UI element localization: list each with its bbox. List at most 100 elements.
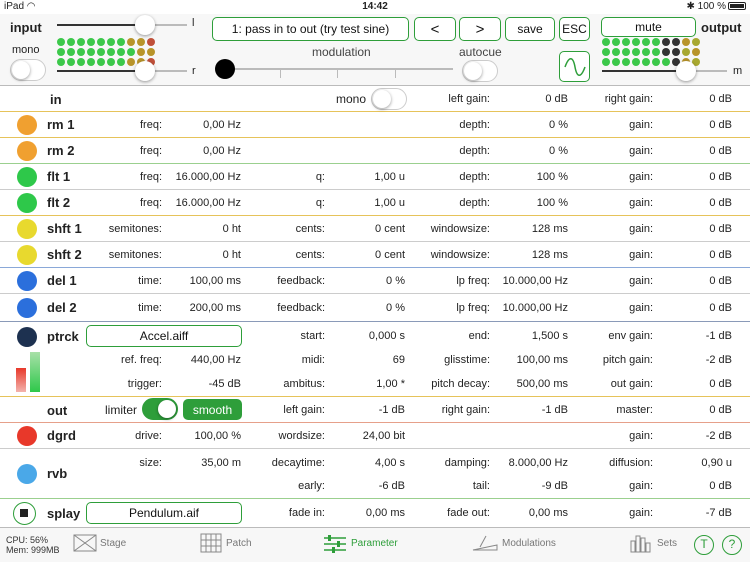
input-mono-toggle[interactable] — [10, 59, 46, 81]
param-value[interactable]: 24,00 bit — [330, 430, 405, 442]
param-value[interactable]: 0 dB — [660, 480, 732, 492]
param-value[interactable]: -1 dB — [495, 404, 568, 416]
esc-button[interactable]: ESC — [559, 17, 590, 41]
param-value[interactable]: 1,500 s — [495, 330, 568, 342]
tuner-button[interactable]: T — [694, 535, 714, 555]
limiter-toggle[interactable] — [142, 398, 178, 420]
param-value[interactable]: 0,90 u — [660, 457, 732, 469]
mute-button[interactable]: mute — [601, 17, 696, 37]
param-value[interactable]: 0 ht — [165, 249, 241, 261]
param-value[interactable]: 0,00 Hz — [165, 119, 241, 131]
param-value[interactable]: -7 dB — [660, 507, 732, 519]
save-button[interactable]: save — [505, 17, 555, 41]
param-value[interactable]: -45 dB — [165, 378, 241, 390]
param-value[interactable]: 0 dB — [660, 197, 732, 209]
input-left-slider[interactable] — [135, 15, 155, 35]
module-led[interactable] — [17, 464, 37, 484]
module-led[interactable] — [17, 219, 37, 239]
meter-led — [682, 48, 690, 56]
param-value[interactable]: 100 % — [495, 197, 568, 209]
module-led[interactable] — [17, 426, 37, 446]
row-shft2: shft 2 semitones: 0 ht cents: 0 cent windowsi… — [0, 242, 750, 268]
param-value[interactable]: 128 ms — [495, 249, 568, 261]
param-value[interactable]: -1 dB — [660, 330, 732, 342]
param-value[interactable]: 0,000 s — [330, 330, 405, 342]
param-value[interactable]: 0 dB — [660, 119, 732, 131]
param-value[interactable]: 16.000,00 Hz — [165, 171, 241, 183]
meter-led — [117, 38, 125, 46]
module-led[interactable] — [17, 167, 37, 187]
param-value[interactable]: 0 dB — [660, 249, 732, 261]
param-value[interactable]: 0 ht — [165, 223, 241, 235]
module-led[interactable] — [17, 141, 37, 161]
param-value[interactable]: 0 dB — [660, 302, 732, 314]
module-led[interactable] — [17, 193, 37, 213]
param-value[interactable]: 0 dB — [660, 378, 732, 390]
param-value[interactable]: 500,00 ms — [495, 378, 568, 390]
param-value[interactable]: 0 % — [330, 275, 405, 287]
param-value[interactable]: 0 % — [495, 145, 568, 157]
preset-selector[interactable]: 1: pass in to out (try test sine) — [212, 17, 409, 41]
param-value[interactable]: 35,00 m — [165, 457, 241, 469]
param-value[interactable]: 0 dB — [660, 145, 732, 157]
test-sine-button[interactable] — [559, 51, 590, 82]
param-value[interactable]: 100,00 ms — [165, 275, 241, 287]
param-value[interactable]: 0 dB — [660, 171, 732, 183]
modulation-slider-knob[interactable] — [215, 59, 235, 79]
row-del2: del 2 time: 200,00 ms feedback: 0 % lp freq: 1… — [0, 294, 750, 322]
smooth-button[interactable]: smooth — [183, 399, 242, 420]
param-value[interactable]: 0 cent — [330, 249, 405, 261]
param-value[interactable]: 0 % — [495, 119, 568, 131]
meter-led — [652, 58, 660, 66]
output-slider[interactable] — [676, 61, 696, 81]
param-value[interactable]: -1 dB — [330, 404, 405, 416]
param-value[interactable]: 0 dB — [660, 223, 732, 235]
param-value[interactable]: 4,00 s — [330, 457, 405, 469]
param-value[interactable]: 0 cent — [330, 223, 405, 235]
next-preset-button[interactable]: > — [459, 17, 501, 41]
splay-stop-button[interactable] — [13, 502, 36, 525]
ptrck-file-button[interactable]: Accel.aiff — [86, 325, 242, 347]
param-label: semitones: — [108, 223, 162, 235]
param-value[interactable]: 10.000,00 Hz — [495, 275, 568, 287]
param-value[interactable]: -2 dB — [660, 430, 732, 442]
param-value[interactable]: 0 dB — [660, 275, 732, 287]
previous-preset-button[interactable]: < — [414, 17, 456, 41]
module-led[interactable] — [17, 327, 37, 347]
module-led[interactable] — [17, 115, 37, 135]
splay-file-button[interactable]: Pendulum.aif — [86, 502, 242, 524]
param-value[interactable]: -6 dB — [330, 480, 405, 492]
param-value[interactable]: 8.000,00 Hz — [495, 457, 568, 469]
param-value[interactable]: 100 % — [495, 171, 568, 183]
autocue-toggle[interactable] — [462, 60, 498, 82]
param-value[interactable]: 128 ms — [495, 223, 568, 235]
meter-led — [87, 38, 95, 46]
input-right-slider[interactable] — [135, 61, 155, 81]
help-button[interactable]: ? — [722, 535, 742, 555]
param-value[interactable]: 0 % — [330, 302, 405, 314]
param-value[interactable]: -9 dB — [495, 480, 568, 492]
param-value[interactable]: 0,00 ms — [495, 507, 568, 519]
param-value[interactable]: 0 dB — [660, 404, 732, 416]
param-value[interactable]: 1,00 u — [330, 171, 405, 183]
right-gain-value[interactable]: 0 dB — [660, 93, 732, 105]
param-label: q: — [315, 197, 325, 209]
param-value[interactable]: 16.000,00 Hz — [165, 197, 241, 209]
param-value[interactable]: 100,00 % — [165, 430, 241, 442]
param-value[interactable]: 0,00 Hz — [165, 145, 241, 157]
module-led[interactable] — [17, 271, 37, 291]
param-label: depth: — [459, 197, 490, 209]
param-value[interactable]: 1,00 u — [330, 197, 405, 209]
param-value[interactable]: 1,00 * — [330, 378, 405, 390]
param-value[interactable]: 10.000,00 Hz — [495, 302, 568, 314]
module-led[interactable] — [17, 245, 37, 265]
param-value[interactable]: 0,00 ms — [330, 507, 405, 519]
param-label: left gain: — [283, 404, 325, 416]
left-gain-value[interactable]: 0 dB — [500, 93, 568, 105]
param-value[interactable]: 69 — [330, 354, 405, 366]
param-value[interactable]: 100,00 ms — [495, 354, 568, 366]
param-value[interactable]: 440,00 Hz — [165, 354, 241, 366]
module-led[interactable] — [17, 298, 37, 318]
param-value[interactable]: 200,00 ms — [165, 302, 241, 314]
param-value[interactable]: -2 dB — [660, 354, 732, 366]
